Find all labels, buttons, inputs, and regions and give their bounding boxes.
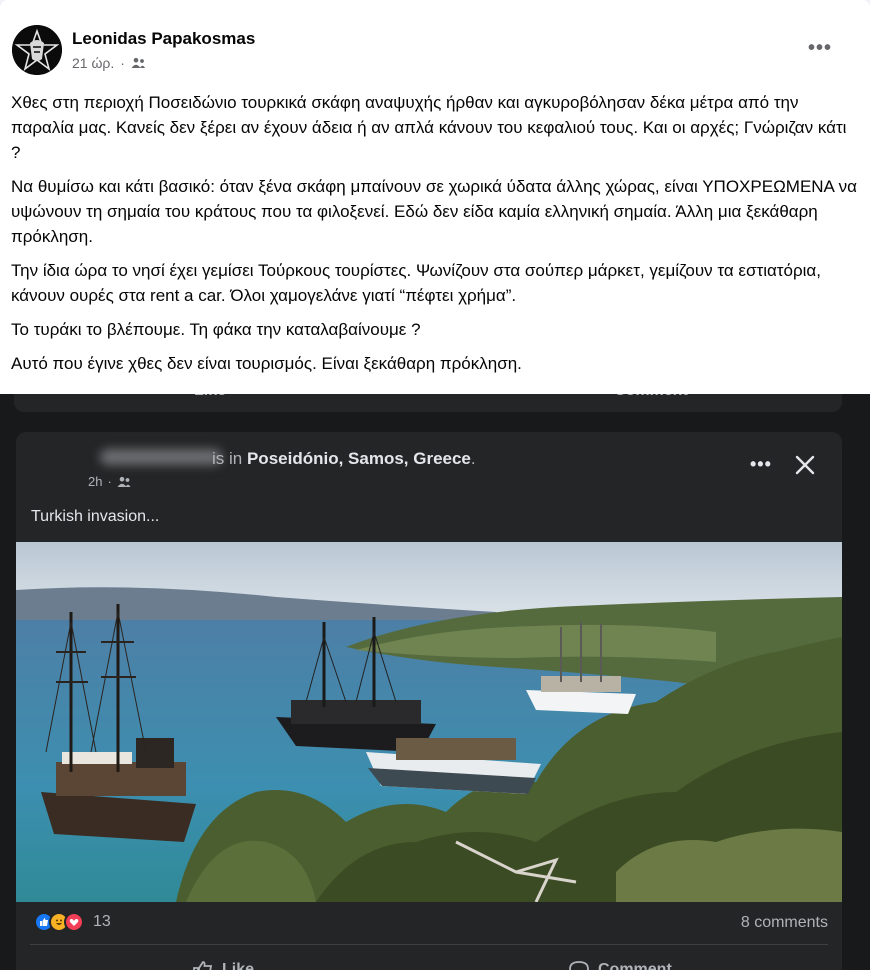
- shared-post-meta: 2h ·: [88, 474, 131, 489]
- status-text: is in: [212, 449, 243, 468]
- blurred-author-name: [100, 449, 222, 465]
- close-icon[interactable]: [792, 452, 818, 478]
- more-options-icon[interactable]: •••: [808, 38, 832, 58]
- reaction-count: 13: [93, 913, 111, 930]
- comment-icon: [569, 961, 589, 970]
- comment-button-label: Comment: [598, 961, 672, 970]
- love-reaction-icon: [64, 912, 84, 932]
- meta-dot: ·: [120, 55, 125, 71]
- reaction-summary[interactable]: 13: [34, 912, 111, 932]
- bay-boats-photo[interactable]: [16, 542, 842, 902]
- post-paragraph: Το τυράκι το βλέπουμε. Τη φάκα την καταλ…: [11, 320, 421, 339]
- avatar-logo-icon: [12, 25, 62, 75]
- status-end: .: [470, 449, 476, 468]
- location-link[interactable]: Poseidónio, Samos, Greece: [247, 449, 471, 468]
- post-author[interactable]: Leonidas Papakosmas: [72, 29, 255, 49]
- comments-count[interactable]: 8 comments: [741, 914, 828, 932]
- shared-post-text: Turkish invasion...: [31, 508, 160, 525]
- post-meta: 21 ώρ. ·: [72, 55, 146, 71]
- post-paragraph: Να θυμίσω και κάτι βασικό: όταν ξένα σκά…: [11, 177, 858, 246]
- meta-dot: ·: [107, 474, 112, 489]
- like-button[interactable]: Like: [192, 960, 254, 970]
- post-time[interactable]: 21 ώρ.: [72, 55, 114, 71]
- post-paragraph: Αυτό που έγινε χθες δεν είναι τουρισμός.…: [11, 354, 522, 373]
- avatar[interactable]: [12, 25, 62, 75]
- like-icon: [193, 961, 213, 970]
- actions-divider: [30, 944, 828, 945]
- shared-more-options-icon[interactable]: •••: [750, 454, 772, 475]
- friends-icon[interactable]: [131, 57, 146, 69]
- post-paragraph: Χθες στη περιοχή Ποσειδώνιο τουρκικά σκά…: [11, 93, 847, 162]
- post-paragraph: Την ίδια ώρα το νησί έχει γεμίσει Τούρκο…: [11, 261, 821, 305]
- shared-post-time[interactable]: 2h: [88, 474, 102, 489]
- main-post: Leonidas Papakosmas 21 ώρ. · ••• Χθες στ…: [0, 0, 870, 394]
- comment-button[interactable]: Comment: [568, 960, 672, 970]
- shared-post-header: is in Poseidónio, Samos, Greece.: [212, 449, 476, 469]
- shared-post-card: is in Poseidónio, Samos, Greece. 2h · ••…: [16, 432, 842, 970]
- like-button-label: Like: [222, 961, 255, 970]
- friends-icon: [117, 476, 131, 487]
- post-text: Χθες στη περιοχή Ποσειδώνιο τουρκικά σκά…: [11, 90, 859, 385]
